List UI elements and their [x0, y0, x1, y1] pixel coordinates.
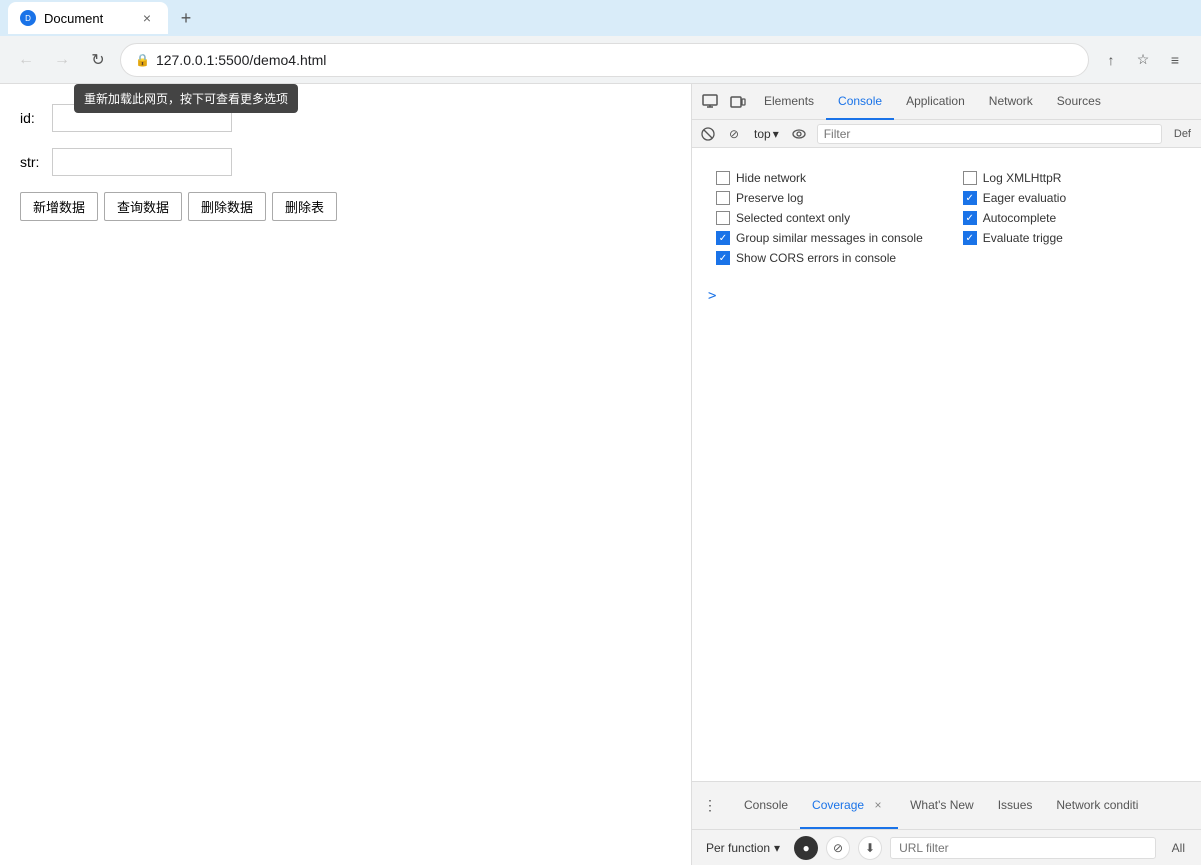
context-dropdown[interactable]: top ▾ [748, 125, 785, 143]
tab-application[interactable]: Application [894, 84, 977, 120]
lock-icon: 🔒 [135, 53, 150, 67]
setting-log-xml: Log XMLHttpR [963, 168, 1066, 188]
selected-context-checkbox[interactable] [716, 211, 730, 225]
console-content: Hide network Preserve log Selected conte… [692, 148, 1201, 781]
hide-network-checkbox[interactable] [716, 171, 730, 185]
id-input[interactable] [52, 104, 232, 132]
tab-title: Document [44, 11, 130, 26]
drawer-tab-coverage[interactable]: Coverage × [800, 782, 898, 829]
eye-button[interactable] [787, 122, 811, 146]
prompt-arrow: > [708, 288, 716, 304]
forward-button[interactable]: → [48, 46, 76, 74]
devtools-tab-bar: Elements Console Application Network Sou… [692, 84, 1201, 120]
selected-context-label: Selected context only [736, 211, 850, 225]
coverage-toolbar: Per function ▾ ● ⊘ ⬇ All [692, 829, 1201, 865]
drawer-tab-network-conditions[interactable]: Network conditi [1044, 782, 1150, 829]
preserve-log-checkbox[interactable] [716, 191, 730, 205]
tab-console[interactable]: Console [826, 84, 894, 120]
show-cors-label: Show CORS errors in console [736, 251, 896, 265]
webpage-content: id: str: 新增数据 查询数据 删除数据 删除表 [0, 84, 691, 865]
console-clear-button[interactable] [696, 122, 720, 146]
drawer-tab-whats-new[interactable]: What's New [898, 782, 986, 829]
setting-evaluate-trigger: Evaluate trigge [963, 228, 1066, 248]
hide-network-label: Hide network [736, 171, 806, 185]
log-xml-checkbox[interactable] [963, 171, 977, 185]
share-button[interactable]: ↑ [1097, 46, 1125, 74]
default-levels-button[interactable]: Def [1168, 126, 1197, 142]
coverage-all-button[interactable]: All [1164, 839, 1193, 857]
browser-tab[interactable]: D Document × [8, 2, 168, 34]
url-bar[interactable]: 🔒 127.0.0.1:5500/demo4.html [120, 43, 1089, 77]
tab-sources[interactable]: Sources [1045, 84, 1113, 120]
tab-network[interactable]: Network [977, 84, 1045, 120]
eager-eval-checkbox[interactable] [963, 191, 977, 205]
delete-data-button[interactable]: 删除数据 [188, 192, 266, 221]
preserve-log-label: Preserve log [736, 191, 803, 205]
setting-autocomplete: Autocomplete [963, 208, 1066, 228]
tab-close-button[interactable]: × [138, 9, 156, 27]
drawer-tab-list: Console Coverage × What's New Issues Net… [728, 782, 1201, 829]
reload-button[interactable]: ↻ 重新加载此网页，按下可查看更多选项 [84, 46, 112, 74]
query-data-button[interactable]: 查询数据 [104, 192, 182, 221]
setting-group-similar: Group similar messages in console [716, 228, 923, 248]
eager-eval-label: Eager evaluatio [983, 191, 1066, 205]
autocomplete-label: Autocomplete [983, 211, 1056, 225]
new-tab-button[interactable]: + [172, 4, 200, 32]
browser-menu-button[interactable]: ≡ [1161, 46, 1189, 74]
console-settings: Hide network Preserve log Selected conte… [700, 156, 1193, 284]
main-content: id: str: 新增数据 查询数据 删除数据 删除表 [0, 84, 1201, 865]
id-label: id: [20, 110, 44, 126]
str-input[interactable] [52, 148, 232, 176]
per-function-dropdown[interactable]: Per function ▾ [700, 839, 786, 857]
bottom-drawer: ⋮ Console Coverage × What's New Issues [692, 781, 1201, 829]
str-label: str: [20, 154, 44, 170]
back-button[interactable]: ← [12, 46, 40, 74]
setting-hide-network: Hide network [716, 168, 923, 188]
autocomplete-checkbox[interactable] [963, 211, 977, 225]
per-function-arrow: ▾ [774, 841, 780, 855]
coverage-tab-close[interactable]: × [870, 797, 886, 813]
drawer-menu-button[interactable]: ⋮ [696, 792, 724, 820]
coverage-stop-button[interactable]: ⊘ [826, 836, 850, 860]
log-xml-label: Log XMLHttpR [983, 171, 1062, 185]
setting-preserve-log: Preserve log [716, 188, 923, 208]
id-form-row: id: [20, 104, 671, 132]
action-buttons: 新增数据 查询数据 删除数据 删除表 [20, 192, 671, 221]
url-text: 127.0.0.1:5500/demo4.html [156, 52, 1074, 68]
tab-bar: D Document × + [0, 0, 1201, 36]
devtools-panel: Elements Console Application Network Sou… [691, 84, 1201, 865]
coverage-record-button[interactable]: ● [794, 836, 818, 860]
console-prompt: > [700, 284, 1193, 308]
bookmark-button[interactable]: ☆ [1129, 46, 1157, 74]
setting-eager-eval: Eager evaluatio [963, 188, 1066, 208]
setting-selected-context: Selected context only [716, 208, 923, 228]
setting-show-cors: Show CORS errors in console [716, 248, 923, 268]
group-similar-label: Group similar messages in console [736, 231, 923, 245]
coverage-url-filter[interactable] [890, 837, 1156, 859]
console-filter-icon[interactable]: ⊘ [722, 122, 746, 146]
evaluate-trigger-label: Evaluate trigge [983, 231, 1063, 245]
str-form-row: str: [20, 148, 671, 176]
address-bar: ← → ↻ 重新加载此网页，按下可查看更多选项 🔒 127.0.0.1:5500… [0, 36, 1201, 84]
evaluate-trigger-checkbox[interactable] [963, 231, 977, 245]
drawer-tab-console[interactable]: Console [732, 782, 800, 829]
settings-left-col: Hide network Preserve log Selected conte… [716, 168, 923, 268]
address-actions: ↑ ☆ ≡ [1097, 46, 1189, 74]
browser-window: D Document × + ← → ↻ 重新加载此网页，按下可查看更多选项 🔒… [0, 0, 1201, 865]
settings-right-col: Log XMLHttpR Eager evaluatio Autocomplet… [963, 168, 1066, 268]
coverage-download-button[interactable]: ⬇ [858, 836, 882, 860]
add-data-button[interactable]: 新增数据 [20, 192, 98, 221]
delete-table-button[interactable]: 删除表 [272, 192, 337, 221]
inspect-element-button[interactable] [696, 88, 724, 116]
per-function-label: Per function [706, 841, 770, 855]
tab-favicon: D [20, 10, 36, 26]
console-toolbar: ⊘ top ▾ Def [692, 120, 1201, 148]
drawer-tab-issues[interactable]: Issues [986, 782, 1045, 829]
console-filter-input[interactable] [817, 124, 1162, 144]
settings-row-1: Hide network Preserve log Selected conte… [716, 168, 1177, 268]
show-cors-checkbox[interactable] [716, 251, 730, 265]
group-similar-checkbox[interactable] [716, 231, 730, 245]
device-toolbar-button[interactable] [724, 88, 752, 116]
tab-elements[interactable]: Elements [752, 84, 826, 120]
